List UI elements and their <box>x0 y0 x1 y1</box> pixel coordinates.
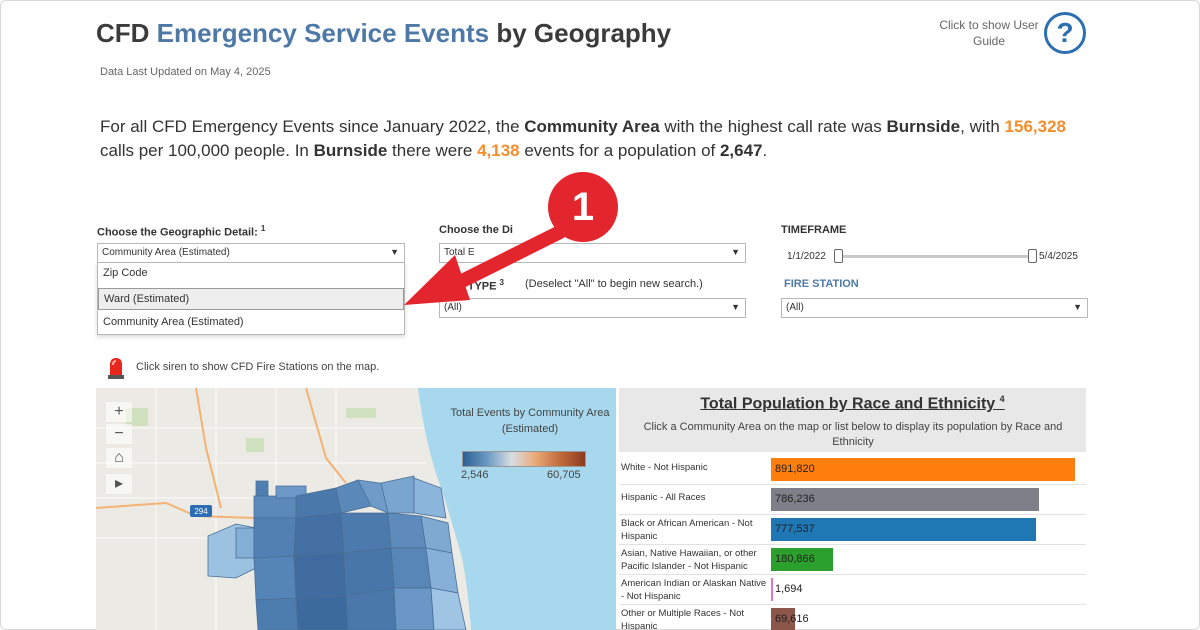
annotation-step-badge: 1 <box>548 172 618 242</box>
annotation-arrow-layer <box>404 225 567 305</box>
annotation-arrowhead <box>404 255 470 305</box>
